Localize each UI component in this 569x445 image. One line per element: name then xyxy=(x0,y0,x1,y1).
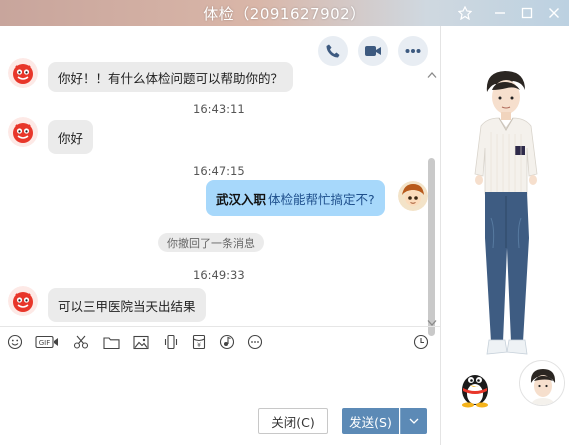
music-icon xyxy=(219,334,235,350)
scroll-down-arrow[interactable] xyxy=(427,316,437,326)
gif-button[interactable]: GIF xyxy=(35,332,59,352)
my-avatar[interactable] xyxy=(398,181,428,211)
red-packet-button[interactable]: ¥ xyxy=(189,332,209,352)
phone-icon xyxy=(326,44,340,58)
chevron-down-icon xyxy=(409,418,419,424)
music-button[interactable] xyxy=(217,332,237,352)
contact-avatar[interactable] xyxy=(8,117,38,147)
shake-button[interactable] xyxy=(161,332,181,352)
red-packet-icon: ¥ xyxy=(192,334,206,350)
more-options-button[interactable] xyxy=(398,36,428,66)
message-text: 可以三甲医院当天出结果 xyxy=(58,298,196,314)
show-panel xyxy=(440,26,569,445)
phone-vibrate-icon xyxy=(164,334,178,350)
message-text: 体检能帮忙搞定不? xyxy=(268,191,375,207)
message-bubble: 可以三甲医院当天出结果 xyxy=(48,288,206,322)
minimize-button[interactable] xyxy=(486,0,514,26)
chat-panel: 你好！！有什么体检问题可以帮助你的？ 16:43:11 你好 16:47:15 … xyxy=(0,26,440,445)
message-input[interactable] xyxy=(0,358,440,403)
history-button[interactable] xyxy=(411,332,431,352)
scrollbar-thumb[interactable] xyxy=(428,158,435,336)
video-camera-icon xyxy=(365,46,381,56)
input-toolbar: GIF ¥ xyxy=(0,332,440,354)
scroll-up-arrow[interactable] xyxy=(427,68,437,78)
qq-penguin-icon[interactable] xyxy=(455,364,495,408)
message-text: 你好 xyxy=(58,130,84,146)
smiley-icon xyxy=(7,334,23,350)
message-timestamp: 16:49:33 xyxy=(193,268,245,282)
video-call-button[interactable] xyxy=(358,36,388,66)
clock-icon xyxy=(413,334,429,350)
send-options-button[interactable] xyxy=(400,408,427,434)
gif-icon: GIF xyxy=(35,335,58,349)
message-timestamp: 16:47:15 xyxy=(193,164,245,178)
more-icon xyxy=(247,334,263,350)
folder-icon xyxy=(102,336,120,349)
send-file-button[interactable] xyxy=(101,332,121,352)
input-divider xyxy=(0,326,440,327)
recall-notice: 你撤回了一条消息 xyxy=(158,233,264,252)
message-timestamp: 16:43:11 xyxy=(193,102,245,116)
my-message-bubble: 武汉入职 体检能帮忙搞定不? xyxy=(206,180,385,216)
scissors-icon xyxy=(73,335,89,349)
message-bubble: 你好！！有什么体检问题可以帮助你的？ xyxy=(48,62,294,92)
close-button[interactable]: 关闭(C) xyxy=(258,408,328,434)
svg-text:GIF: GIF xyxy=(39,339,51,347)
title-bar: 体检（2091627902） xyxy=(0,0,569,26)
image-icon xyxy=(133,335,149,349)
message-bold-text: 武汉入职 xyxy=(216,191,267,207)
contact-avatar[interactable] xyxy=(8,286,38,316)
chat-actions xyxy=(318,36,428,66)
contact-avatar[interactable] xyxy=(8,58,38,88)
more-tools-button[interactable] xyxy=(245,332,265,352)
message-text: 你好！！有什么体检问题可以帮助你的？ xyxy=(58,70,284,86)
svg-text:¥: ¥ xyxy=(197,342,201,349)
send-image-button[interactable] xyxy=(131,332,151,352)
more-icon xyxy=(405,49,421,53)
skin-icon[interactable] xyxy=(451,0,479,26)
message-bubble: 你好 xyxy=(48,120,94,154)
send-button[interactable]: 发送(S) xyxy=(342,408,399,434)
my-show-avatar[interactable] xyxy=(519,360,565,406)
window-title: 体检（2091627902） xyxy=(203,5,366,23)
maximize-button[interactable] xyxy=(513,0,541,26)
voice-call-button[interactable] xyxy=(318,36,348,66)
close-window-button[interactable] xyxy=(540,0,568,26)
character-show-image[interactable] xyxy=(465,68,547,368)
emoji-button[interactable] xyxy=(5,332,25,352)
screenshot-button[interactable] xyxy=(71,332,91,352)
